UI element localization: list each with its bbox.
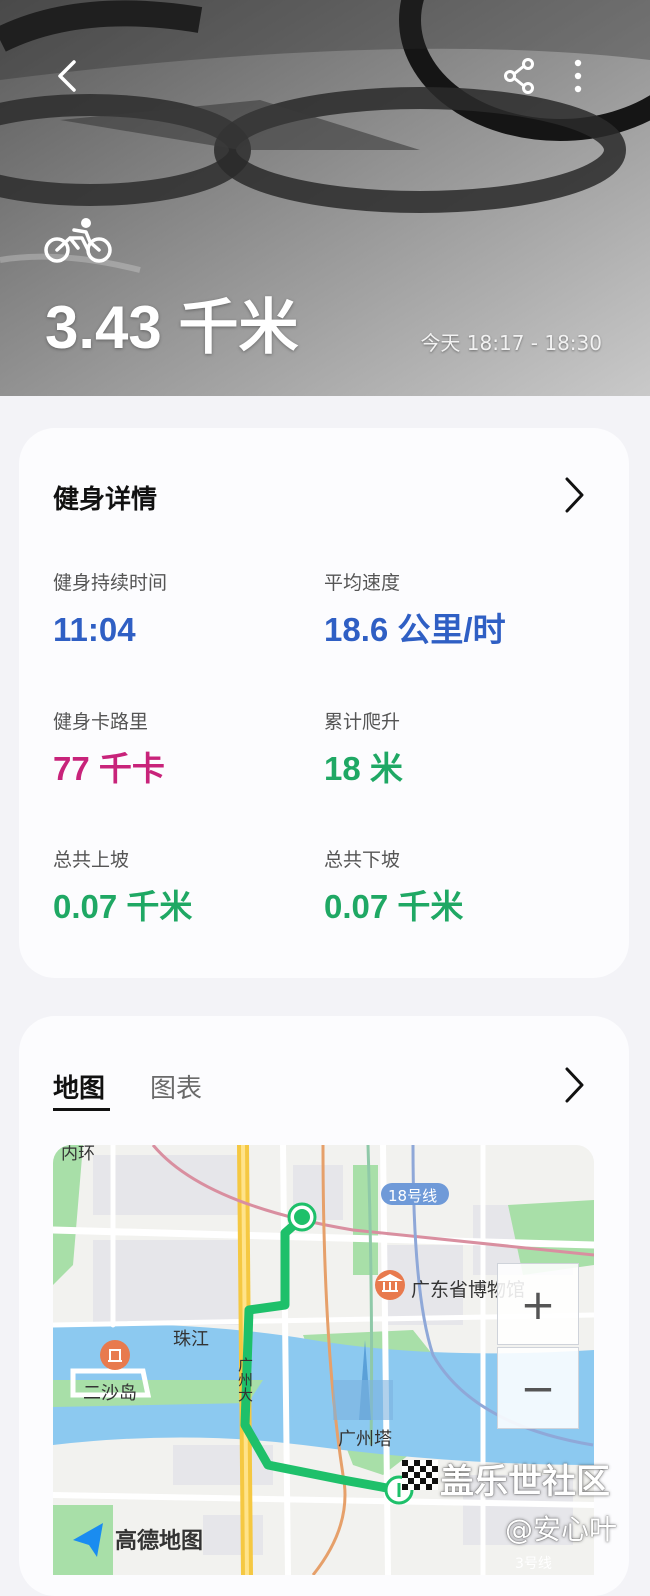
stat-value: 0.07 千米 bbox=[53, 888, 193, 925]
stat-average-speed: 平均速度 18.6 公里/时 bbox=[324, 570, 584, 652]
metro-line-3-label: 3号线 bbox=[515, 1556, 552, 1572]
stat-label: 健身持续时间 bbox=[53, 572, 168, 594]
workout-time-range: 今天 18:17 - 18:30 bbox=[420, 331, 602, 355]
stat-label: 平均速度 bbox=[324, 572, 401, 594]
stat-value: 77 千卡 bbox=[53, 750, 165, 787]
chevron-right-icon[interactable] bbox=[561, 1065, 587, 1105]
workout-header-banner: 3.43 千米 今天 18:17 - 18:30 bbox=[0, 0, 650, 396]
metro-line-label: 18号线 bbox=[388, 1187, 438, 1205]
workout-details-card[interactable]: 健身详情 健身持续时间 11:04 平均速度 18.6 公里/时 健身卡路里 7… bbox=[19, 428, 629, 978]
bicycle-icon bbox=[44, 218, 112, 263]
stat-label: 总共上坡 bbox=[53, 849, 130, 871]
stat-label: 健身卡路里 bbox=[53, 711, 149, 733]
zoom-out-button[interactable]: − bbox=[497, 1347, 579, 1429]
stat-value: 18.6 公里/时 bbox=[324, 611, 506, 648]
stat-value: 11:04 bbox=[53, 611, 136, 648]
more-options-icon[interactable] bbox=[562, 56, 602, 96]
stat-duration: 健身持续时间 11:04 bbox=[53, 570, 313, 652]
stat-label: 总共下坡 bbox=[324, 849, 401, 871]
tab-chart[interactable]: 图表 bbox=[150, 1068, 202, 1105]
active-tab-indicator bbox=[53, 1108, 110, 1111]
stat-value: 18 米 bbox=[324, 750, 403, 787]
inner-ring-label: 内环 bbox=[61, 1145, 95, 1164]
stat-downhill: 总共下坡 0.07 千米 bbox=[324, 847, 584, 929]
map-provider-label: 高德地图 bbox=[115, 1529, 204, 1554]
details-title: 健身详情 bbox=[53, 485, 158, 515]
stat-value: 0.07 千米 bbox=[324, 888, 464, 925]
community-watermark: 盖乐世社区 bbox=[440, 1462, 610, 1502]
stat-label: 累计爬升 bbox=[324, 711, 401, 733]
tower-label: 广州塔 bbox=[338, 1429, 392, 1450]
tab-map[interactable]: 地图 bbox=[53, 1068, 105, 1105]
checkered-flag-icon bbox=[402, 1460, 438, 1490]
workout-distance: 3.43 千米 bbox=[45, 294, 299, 361]
island-label: 二沙岛 bbox=[83, 1383, 137, 1404]
share-icon[interactable] bbox=[500, 56, 540, 96]
stat-calories: 健身卡路里 77 千卡 bbox=[53, 709, 313, 791]
street-label: 广州大 bbox=[236, 1357, 254, 1402]
user-watermark: @安心叶 bbox=[505, 1513, 618, 1546]
river-label: 珠江 bbox=[173, 1329, 209, 1350]
chevron-right-icon[interactable] bbox=[561, 475, 587, 515]
stat-uphill: 总共上坡 0.07 千米 bbox=[53, 847, 313, 929]
zoom-in-button[interactable]: + bbox=[497, 1263, 579, 1345]
back-chevron-icon[interactable] bbox=[48, 56, 88, 96]
stat-elevation-gain: 累计爬升 18 米 bbox=[324, 709, 584, 791]
